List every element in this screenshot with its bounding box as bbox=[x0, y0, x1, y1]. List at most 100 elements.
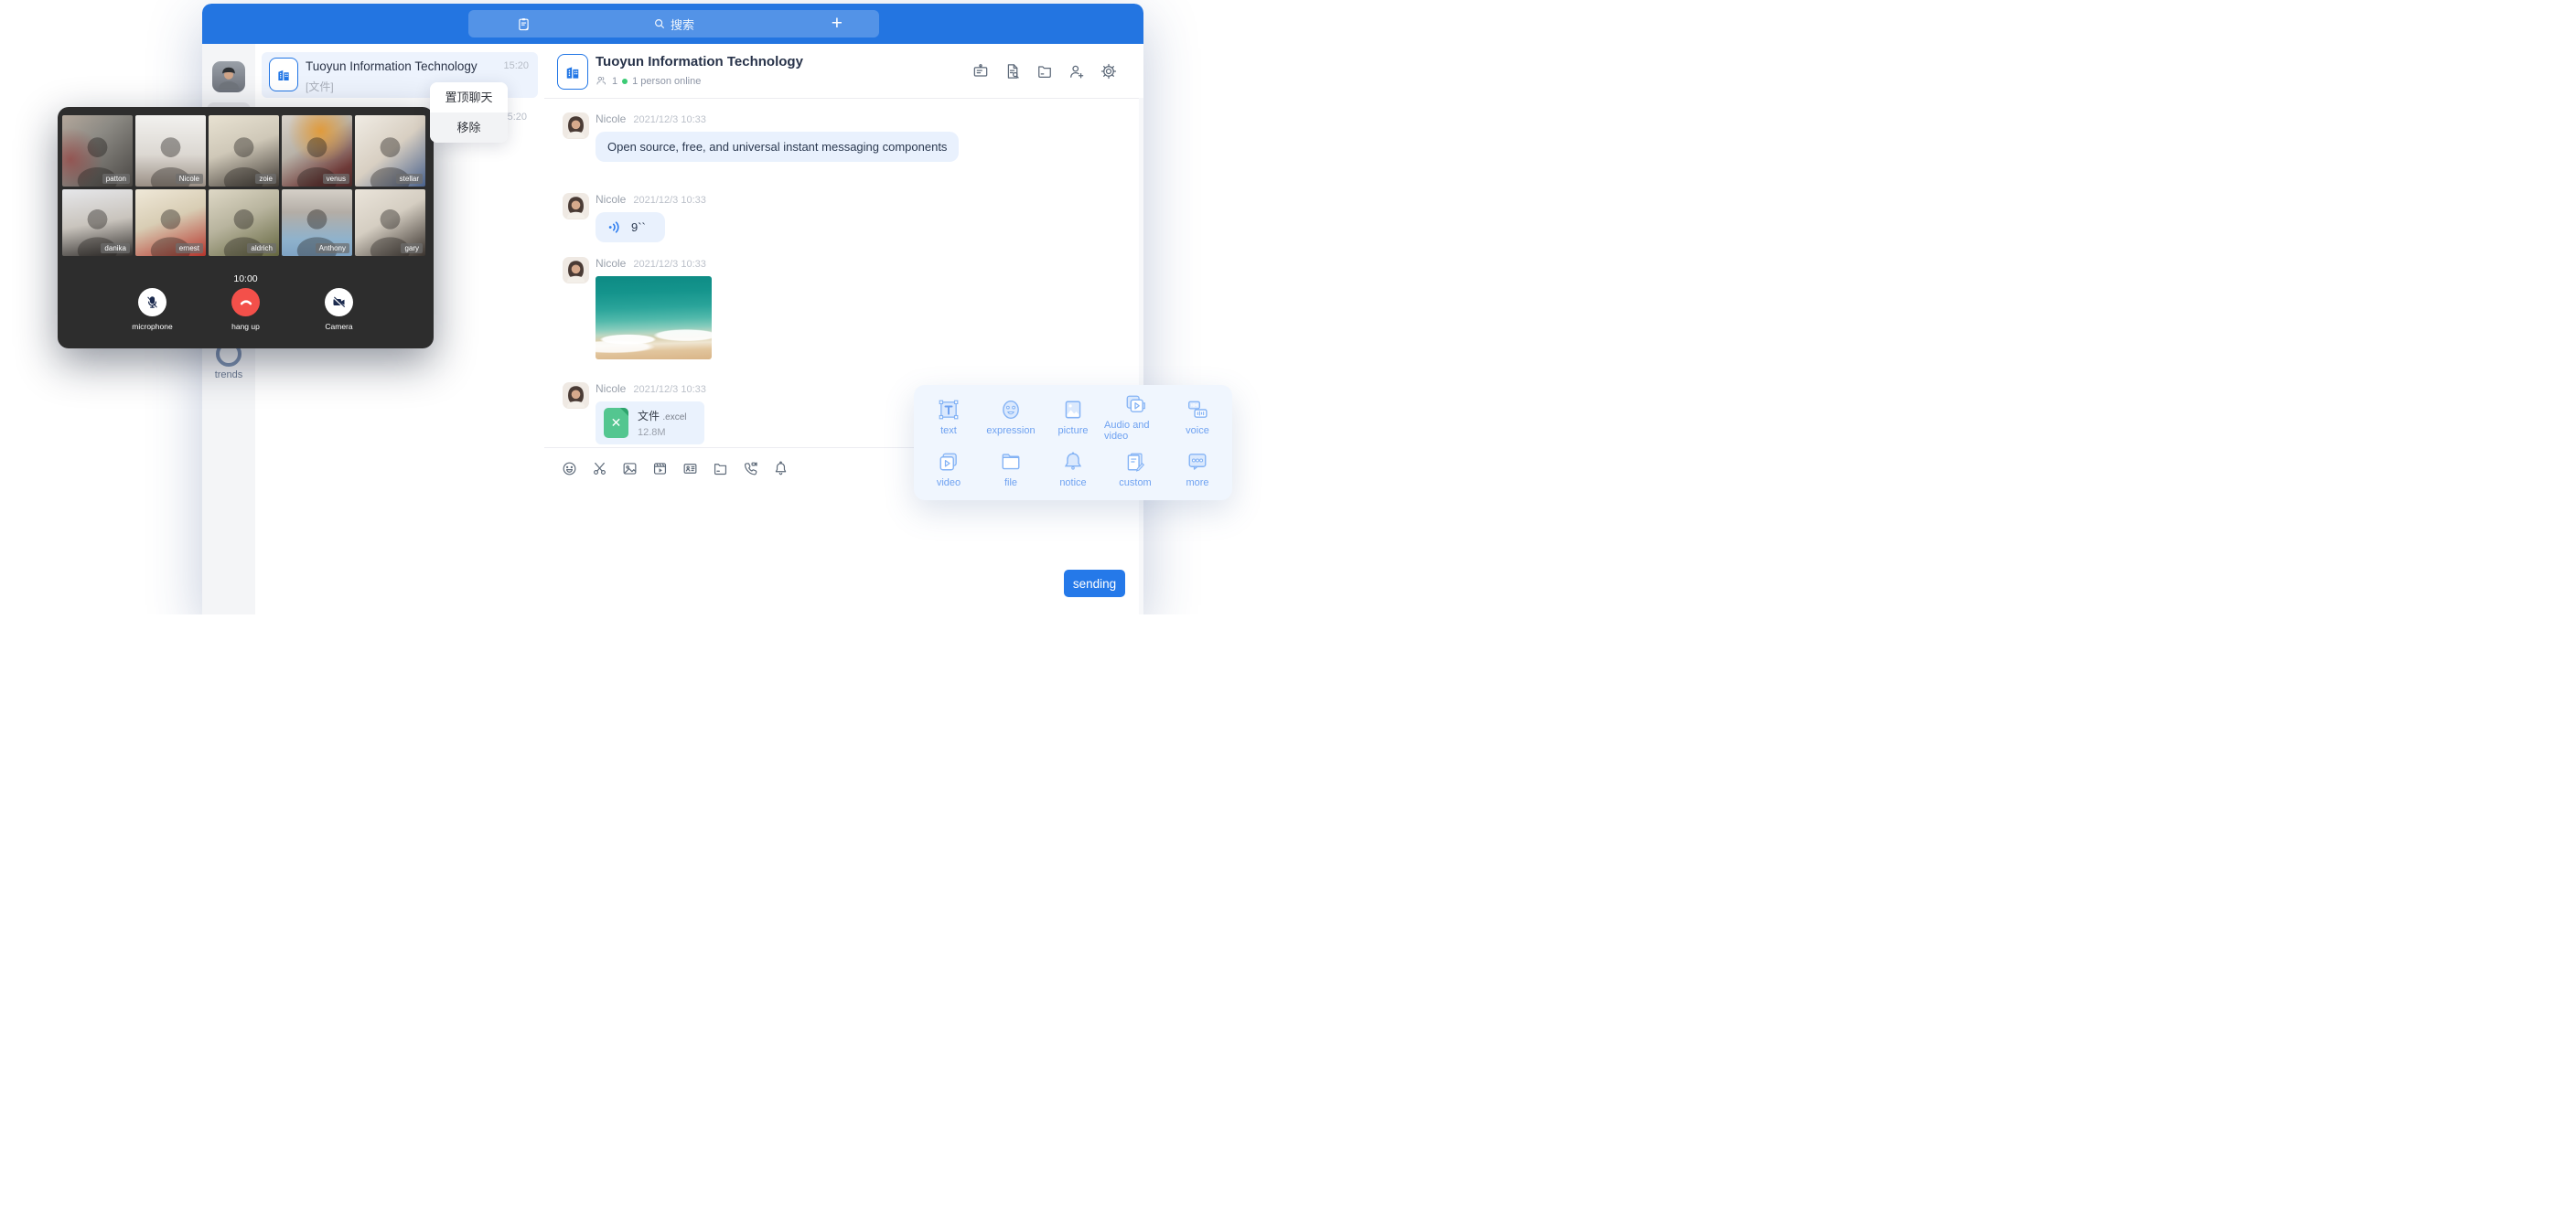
screen: 搜索 + trends bbox=[0, 0, 1288, 614]
participant-tile[interactable]: zoie bbox=[209, 115, 279, 187]
excel-file-icon: ✕ bbox=[604, 408, 628, 438]
contact-card-icon[interactable] bbox=[682, 460, 699, 477]
search-input[interactable]: 搜索 bbox=[468, 10, 879, 37]
popup-item-video[interactable]: video bbox=[918, 443, 980, 495]
scrollbar[interactable] bbox=[1139, 98, 1143, 614]
popup-item-notice[interactable]: notice bbox=[1042, 443, 1104, 495]
microphone-control[interactable]: microphone bbox=[119, 288, 187, 331]
text-tool-icon bbox=[936, 397, 961, 422]
video-tool-icon bbox=[936, 449, 961, 475]
menu-item-pin-chat[interactable]: 置顶聊天 bbox=[430, 82, 508, 112]
send-button[interactable]: sending bbox=[1064, 570, 1125, 597]
conversation-title: Tuoyun Information Technology bbox=[306, 59, 478, 73]
participant-tile[interactable]: Anthony bbox=[282, 189, 352, 256]
search-history-icon[interactable] bbox=[1004, 62, 1022, 80]
expression-tool-icon bbox=[998, 397, 1024, 422]
participant-name: ernest bbox=[176, 243, 203, 253]
conversation-preview: [文件] bbox=[306, 79, 334, 94]
popup-item-voice[interactable]: voice bbox=[1166, 390, 1229, 443]
participant-tile[interactable]: aldrich bbox=[209, 189, 279, 256]
mute-mic-button[interactable] bbox=[138, 288, 166, 316]
emoji-icon[interactable] bbox=[561, 460, 578, 477]
popup-item-picture[interactable]: picture bbox=[1042, 390, 1104, 443]
popup-item-label: more bbox=[1186, 477, 1208, 488]
participant-tile[interactable]: stellar bbox=[355, 115, 425, 187]
add-member-icon[interactable] bbox=[1068, 62, 1086, 80]
notice-board-icon[interactable] bbox=[971, 62, 990, 80]
menu-item-remove[interactable]: 移除 bbox=[430, 112, 508, 143]
settings-icon[interactable] bbox=[1100, 62, 1118, 80]
popup-item-label: Audio and video bbox=[1104, 420, 1166, 442]
folder-icon[interactable] bbox=[1036, 62, 1054, 80]
chat-header: Tuoyun Information Technology 1 1 person… bbox=[544, 44, 1143, 99]
file-icon[interactable] bbox=[712, 460, 729, 477]
add-button[interactable]: + bbox=[832, 14, 843, 34]
voice-bubble[interactable]: 9`` bbox=[596, 212, 665, 242]
popup-item-more[interactable]: more bbox=[1166, 443, 1229, 495]
text-bubble[interactable]: Open source, free, and universal instant… bbox=[596, 132, 959, 162]
popup-item-file[interactable]: file bbox=[980, 443, 1042, 495]
participant-tile[interactable]: patton bbox=[62, 115, 133, 187]
camera-control[interactable]: Camera bbox=[306, 288, 373, 331]
sender-avatar[interactable] bbox=[563, 112, 589, 139]
sender-avatar[interactable] bbox=[563, 382, 589, 409]
participant-tile[interactable]: danika bbox=[62, 189, 133, 256]
building-icon bbox=[564, 63, 582, 81]
picture-tool-icon bbox=[1060, 397, 1086, 422]
popup-item-expression[interactable]: expression bbox=[980, 390, 1042, 443]
notification-icon[interactable] bbox=[772, 460, 789, 477]
popup-item-audio-video[interactable]: Audio and video bbox=[1104, 390, 1166, 443]
participant-tile[interactable]: Nicole bbox=[135, 115, 206, 187]
participant-name: stellar bbox=[396, 174, 423, 184]
video-call-icon[interactable] bbox=[742, 460, 759, 477]
trends-label: trends bbox=[202, 369, 255, 380]
file-size: 12.8M bbox=[638, 427, 686, 438]
more-tool-icon bbox=[1185, 449, 1210, 475]
popup-item-label: picture bbox=[1057, 425, 1088, 436]
microphone-label: microphone bbox=[119, 322, 187, 331]
members-icon bbox=[596, 75, 607, 87]
popup-item-text[interactable]: text bbox=[918, 390, 980, 443]
file-tool-icon bbox=[998, 449, 1024, 475]
chat-subtitle: 1 1 person online bbox=[596, 75, 701, 87]
message-time: 2021/12/3 10:33 bbox=[633, 384, 706, 395]
image-message-beach[interactable] bbox=[596, 276, 712, 359]
participant-name: patton bbox=[102, 174, 130, 184]
sender-avatar[interactable] bbox=[563, 257, 589, 283]
sender-avatar[interactable] bbox=[563, 193, 589, 219]
voice-duration: 9`` bbox=[631, 220, 646, 234]
screenshot-icon[interactable] bbox=[591, 460, 608, 477]
participant-tile[interactable]: venus bbox=[282, 115, 352, 187]
participant-grid: patton Nicole zoie venus stellar danika … bbox=[62, 115, 425, 256]
search-icon bbox=[653, 17, 666, 30]
image-icon[interactable] bbox=[621, 460, 639, 477]
camera-label: Camera bbox=[306, 322, 373, 331]
chat-header-actions bbox=[971, 62, 1118, 80]
file-message[interactable]: ✕ 文件 .excel 12.8M bbox=[596, 401, 704, 444]
message-text: Nicole 2021/12/3 10:33 Open source, free… bbox=[563, 112, 959, 162]
popup-item-label: notice bbox=[1059, 477, 1086, 488]
hang-up-button[interactable] bbox=[231, 288, 260, 316]
top-bar: 搜索 + bbox=[202, 4, 1143, 44]
hang-up-label: hang up bbox=[212, 322, 280, 331]
group-avatar bbox=[269, 58, 298, 91]
search-bar[interactable]: 搜索 + bbox=[468, 10, 879, 37]
custom-tool-icon bbox=[1122, 449, 1148, 475]
conversation-context-menu: 置顶聊天 移除 bbox=[430, 82, 508, 143]
call-controls: microphone hang up bbox=[58, 288, 434, 331]
hangup-control[interactable]: hang up bbox=[212, 288, 280, 331]
video-icon[interactable] bbox=[651, 460, 669, 477]
notice-tool-icon bbox=[1060, 449, 1086, 475]
popup-item-custom[interactable]: custom bbox=[1104, 443, 1166, 495]
participant-tile[interactable]: gary bbox=[355, 189, 425, 256]
participant-name: gary bbox=[401, 243, 423, 253]
mute-camera-button[interactable] bbox=[325, 288, 353, 316]
hang-up-icon bbox=[238, 294, 254, 311]
building-icon bbox=[275, 67, 292, 83]
message-time: 2021/12/3 10:33 bbox=[633, 259, 706, 270]
my-avatar[interactable] bbox=[212, 61, 245, 92]
camera-muted-icon bbox=[331, 294, 347, 310]
message-type-popup: text expression picture bbox=[914, 385, 1232, 500]
participant-name: venus bbox=[323, 174, 349, 184]
participant-tile[interactable]: ernest bbox=[135, 189, 206, 256]
